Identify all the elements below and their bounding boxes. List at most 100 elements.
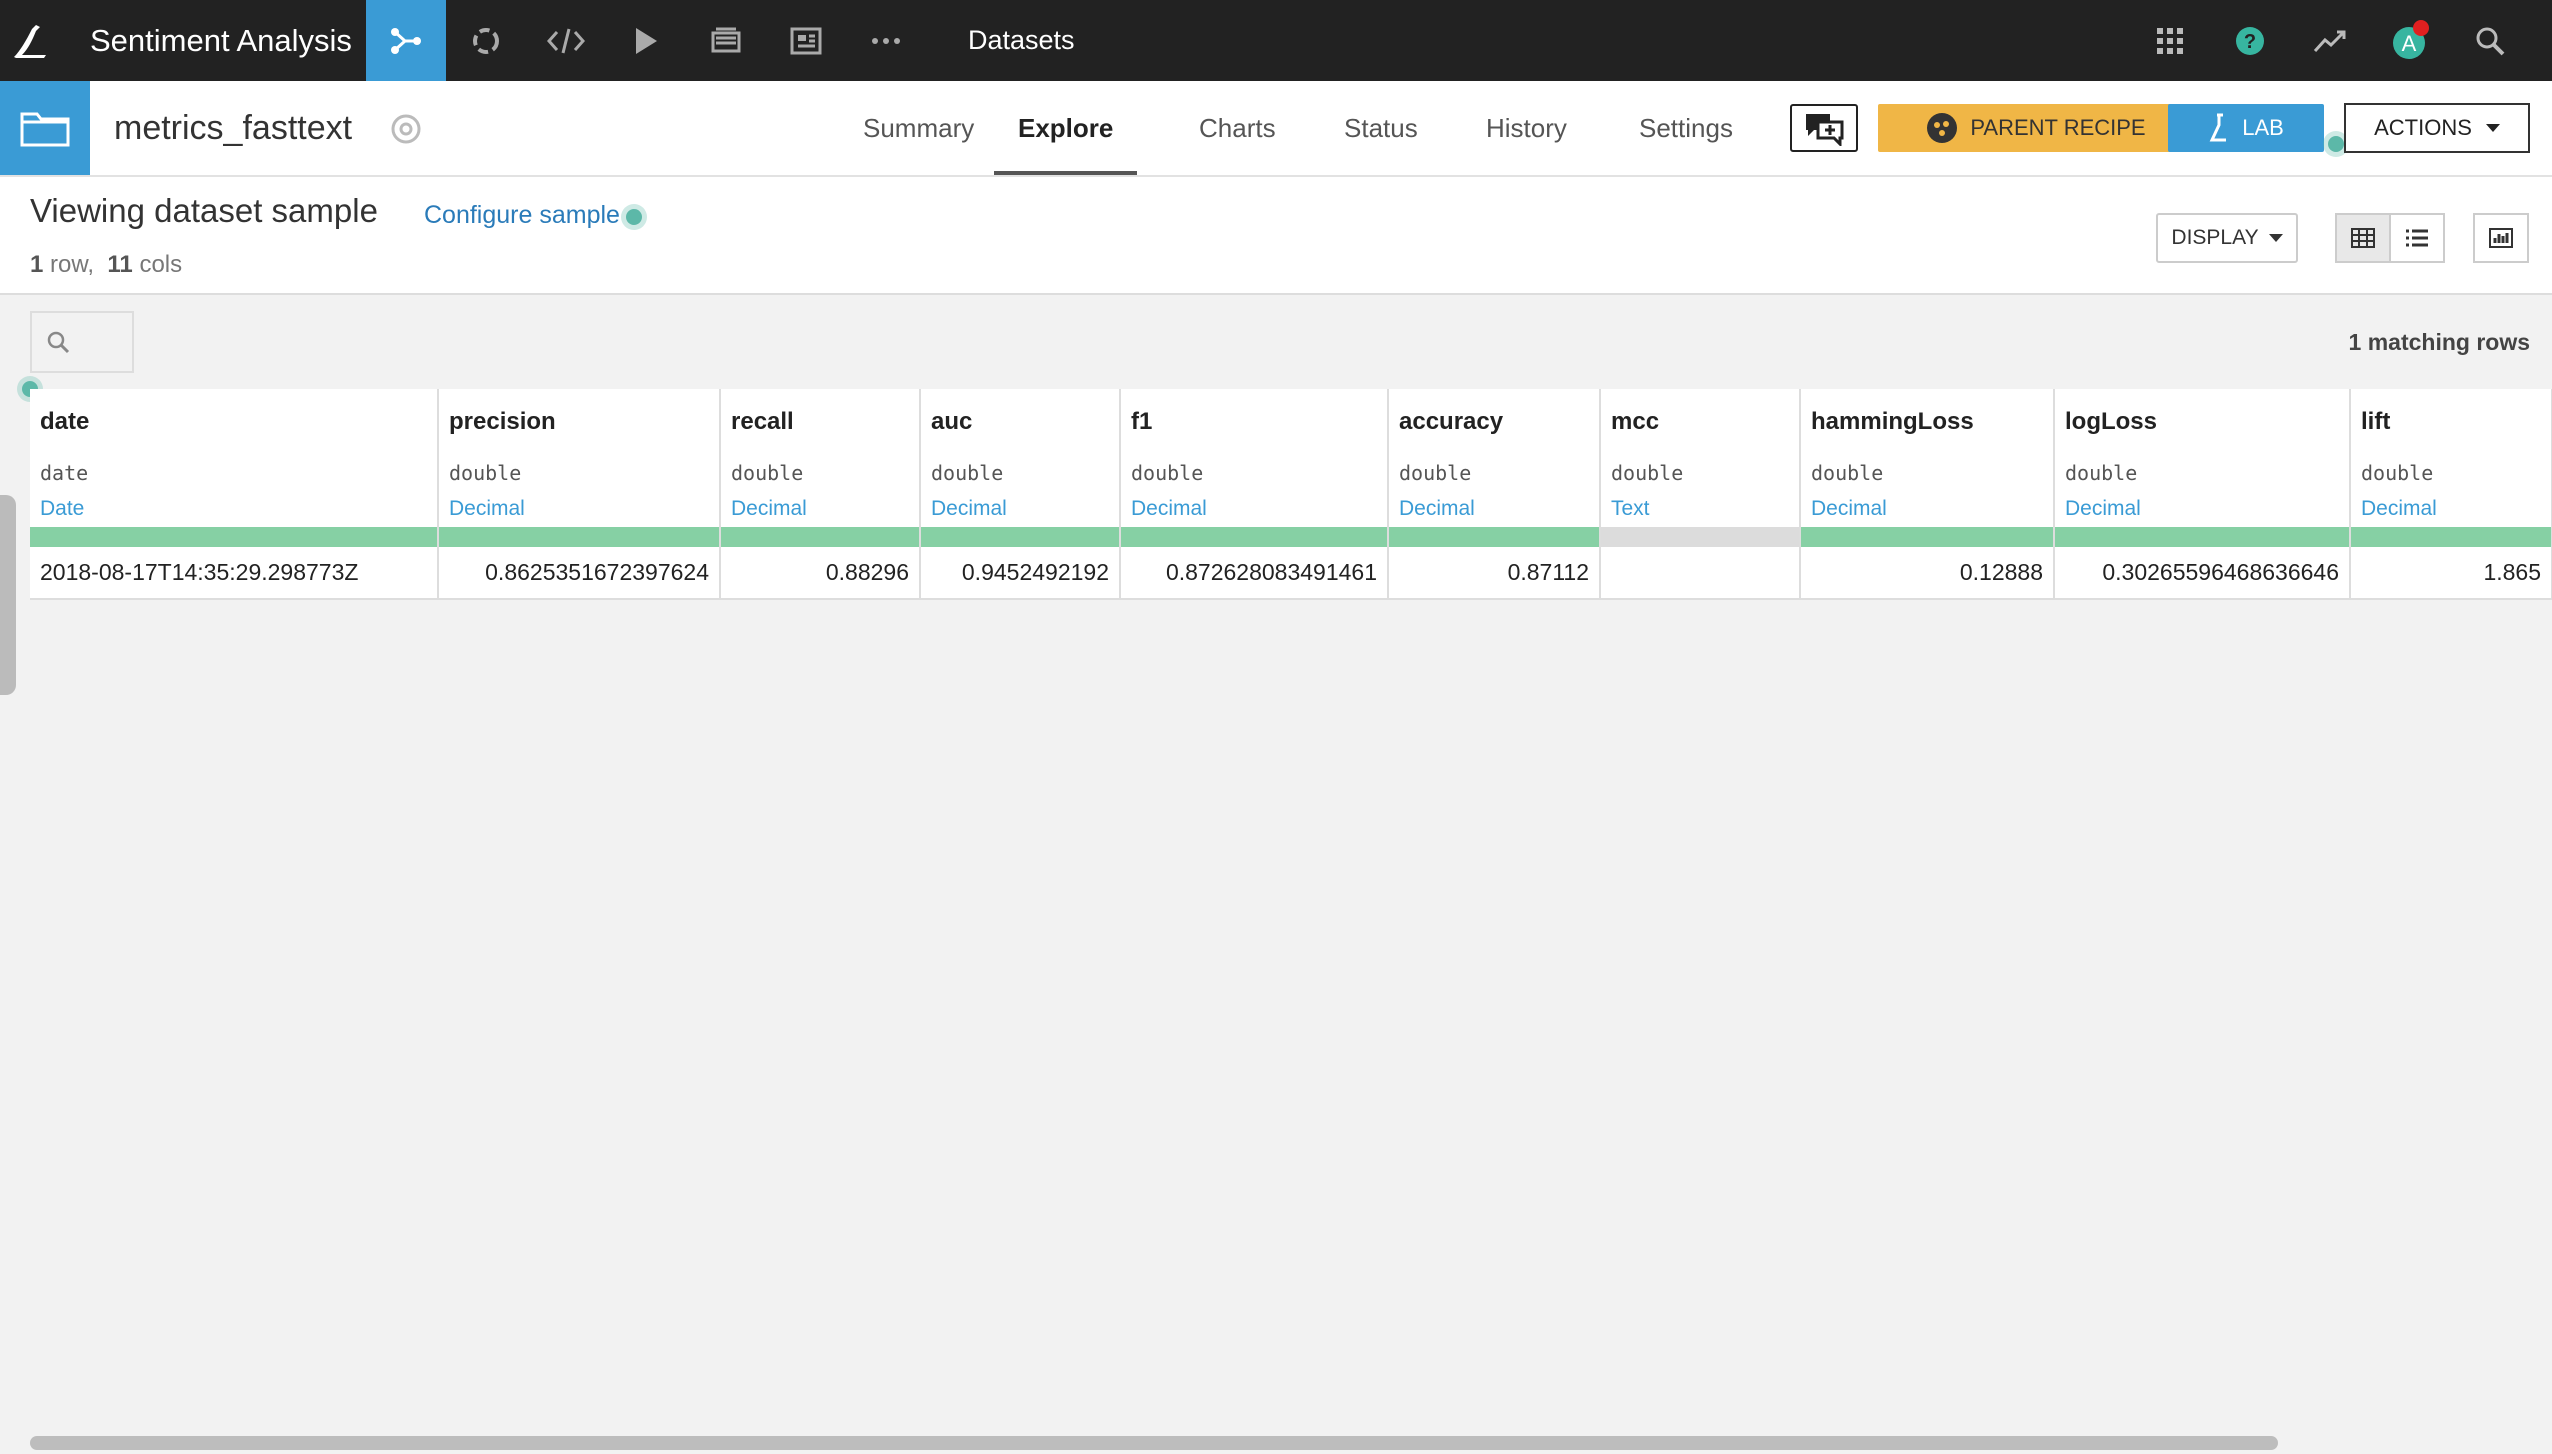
dataset-header: metrics_fasttext Summary Explore Charts … [0,81,2552,177]
column-meaning-row: Date Decimal Decimal Decimal Decimal Dec… [30,491,2552,527]
validity-bar[interactable] [920,527,1121,547]
table-cell[interactable]: 2018-08-17T14:35:29.298773Z [30,547,439,600]
table-cell[interactable]: 0.88296 [720,547,921,600]
column-header[interactable]: hammingLoss [1800,389,2055,455]
column-storage-type: double [720,455,921,491]
column-header[interactable]: auc [920,389,1121,455]
search-icon[interactable] [2460,0,2520,81]
help-icon[interactable]: ? [2220,0,2280,81]
tab-charts[interactable]: Charts [1199,81,1276,175]
matching-rows-count: 1 matching rows [2348,329,2530,355]
validity-bar[interactable] [2350,527,2552,547]
column-meaning-link[interactable]: Decimal [2054,491,2351,527]
column-meaning-link[interactable]: Text [1600,491,1801,527]
parent-recipe-button[interactable]: PARENT RECIPE [1878,104,2194,152]
validity-bar[interactable] [2054,527,2351,547]
table-row: 2018-08-17T14:35:29.298773Z 0.8625351672… [30,547,2552,600]
project-name[interactable]: Sentiment Analysis [90,0,352,81]
bar-chart-icon [2489,228,2513,248]
user-avatar-icon[interactable]: A [2380,0,2440,81]
activity-icon[interactable] [2300,0,2360,81]
top-nav-bar: Sentiment Analysis Datasets ? A [0,0,2552,81]
column-header[interactable]: lift [2350,389,2552,455]
dataset-folder-icon [0,81,90,175]
column-meaning-link[interactable]: Decimal [920,491,1121,527]
dataiku-logo-icon[interactable] [0,0,62,81]
dataset-name: metrics_fasttext [114,109,353,147]
tab-history[interactable]: History [1486,81,1567,175]
column-storage-type: double [920,455,1121,491]
column-header[interactable]: logLoss [2054,389,2351,455]
column-storage-type: double [1120,455,1389,491]
validity-bar[interactable] [720,527,921,547]
tab-explore[interactable]: Explore [994,81,1138,175]
code-icon[interactable] [526,0,606,81]
table-cell[interactable]: 0.872628083491461 [1120,547,1389,600]
validity-bar[interactable] [1120,527,1389,547]
column-header[interactable]: precision [438,389,721,455]
actions-button[interactable]: ACTIONS [2344,103,2530,153]
column-storage-type: double [1388,455,1601,491]
column-storage-type: double [1800,455,2055,491]
row-count: 1 [30,251,44,278]
validity-bar[interactable] [438,527,721,547]
table-cell[interactable] [1600,547,1801,600]
column-header[interactable]: recall [720,389,921,455]
tab-summary[interactable]: Summary [863,81,974,175]
flow-icon[interactable] [366,0,446,81]
more-icon[interactable] [846,0,926,81]
notebook-icon[interactable] [686,0,766,81]
column-header[interactable]: date [30,389,439,455]
left-panel-handle[interactable] [0,495,16,695]
column-header[interactable]: f1 [1120,389,1389,455]
table-cell[interactable]: 0.9452492192 [920,547,1121,600]
display-dropdown[interactable]: DISPLAY [2156,213,2298,263]
refresh-icon[interactable] [446,0,526,81]
column-meaning-link[interactable]: Decimal [1388,491,1601,527]
column-header[interactable]: accuracy [1388,389,1601,455]
play-icon[interactable] [606,0,686,81]
configure-sample-link[interactable]: Configure sample [424,201,620,230]
validity-bar[interactable] [30,527,439,547]
tutorial-hotspot[interactable] [2328,136,2344,152]
data-grid-area: 1 matching rows date precision recall au… [0,295,2552,1454]
tutorial-hotspot[interactable] [626,209,642,225]
table-cell[interactable]: 0.30265596468636646 [2054,547,2351,600]
lab-button[interactable]: LAB [2168,104,2324,152]
dataset-status-icon[interactable] [390,113,422,145]
column-meaning-link[interactable]: Decimal [438,491,721,527]
column-meaning-link[interactable]: Decimal [1800,491,2055,527]
table-cell[interactable]: 0.8625351672397624 [438,547,721,600]
recipe-icon [1927,113,1958,143]
section-title[interactable]: Datasets [968,0,1075,81]
column-meaning-link[interactable]: Decimal [720,491,921,527]
tab-settings[interactable]: Settings [1639,81,1733,175]
column-header[interactable]: mcc [1600,389,1801,455]
validity-bar[interactable] [1388,527,1601,547]
table-cell[interactable]: 1.865 [2350,547,2552,600]
column-stats-toggle[interactable] [2473,213,2529,263]
page-title: Viewing dataset sample [30,192,378,229]
apps-grid-icon[interactable] [2140,0,2200,81]
lab-label: LAB [2242,115,2284,140]
column-meaning-link[interactable]: Decimal [1120,491,1389,527]
validity-bar-empty[interactable] [1600,527,1801,547]
discussions-button[interactable] [1790,104,1858,152]
column-search-input[interactable] [30,311,134,373]
caret-down-icon [2485,124,2500,132]
column-meaning-link[interactable]: Date [30,491,439,527]
tab-status[interactable]: Status [1344,81,1418,175]
validity-bar[interactable] [1800,527,2055,547]
table-cell[interactable]: 0.12888 [1800,547,2055,600]
table-view-toggle[interactable] [2335,213,2391,263]
column-storage-type: date [30,455,439,491]
column-meaning-link[interactable]: Decimal [2350,491,2552,527]
list-view-toggle[interactable] [2389,213,2445,263]
row-word: row, [50,251,95,278]
col-count: 11 [107,251,133,278]
horizontal-scrollbar[interactable] [30,1436,2278,1450]
dashboard-icon[interactable] [766,0,846,81]
column-storage-type: double [1600,455,1801,491]
caret-down-icon [2268,234,2283,242]
table-cell[interactable]: 0.87112 [1388,547,1601,600]
